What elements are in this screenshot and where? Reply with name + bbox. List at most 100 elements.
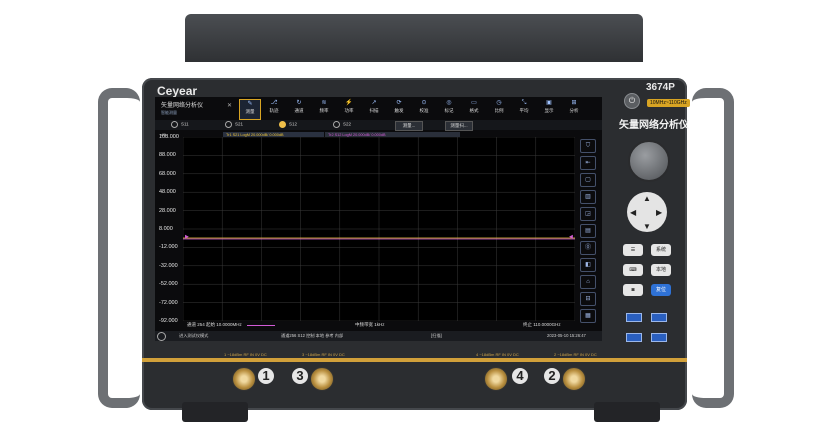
trace-option-3[interactable]: S22	[333, 121, 351, 128]
toolbar-button-8[interactable]: ◎ 标记	[439, 99, 459, 118]
toolbar-icon: ◷	[496, 100, 502, 106]
arrow-left-icon[interactable]: ◀	[630, 208, 636, 217]
radio-icon[interactable]	[279, 121, 286, 128]
port-number-4: 4	[512, 368, 528, 384]
usb-port-2	[651, 313, 667, 322]
toolbar-button-11[interactable]: ⤡ 平均	[514, 99, 534, 118]
brand-logo: Ceyear	[157, 84, 198, 98]
toolbar-label: 频率	[319, 108, 329, 113]
toolbar-label: 平均	[519, 108, 529, 113]
info-icon[interactable]	[157, 332, 166, 341]
menu-button[interactable]: ☰	[623, 244, 643, 256]
side-tool-icon-0[interactable]: ⛉	[580, 139, 596, 153]
y-tick-label: 48.000	[159, 189, 176, 196]
measure-button[interactable]: 测量...	[395, 121, 423, 131]
toolbar-button-3[interactable]: ≋ 频率	[314, 99, 334, 118]
radio-icon[interactable]	[171, 121, 178, 128]
toolbar-icon: ✎	[247, 101, 253, 107]
keyboard-button[interactable]: ⌨	[623, 264, 643, 276]
trace-option-label: S11	[181, 121, 189, 127]
port-connector-1[interactable]	[232, 367, 256, 391]
side-tool-icon-4[interactable]: ◲	[580, 207, 596, 221]
channel-info: 通道256 S12 控制 本地 参考 内部	[281, 333, 344, 338]
model-label: 3674P	[646, 82, 675, 93]
usb-port-4	[651, 333, 667, 342]
y-tick-label: 88.000	[159, 152, 176, 159]
foot-left	[182, 402, 248, 422]
side-tool-icon-10[interactable]: ▦	[580, 309, 596, 323]
toolbar-icon: ≋	[321, 100, 327, 106]
y-tick-label: 8.000	[159, 226, 173, 232]
toolbar-icon: ▭	[471, 100, 477, 106]
y-tick-label: -32.000	[159, 262, 178, 269]
y-tick-label: 108.000	[159, 134, 179, 140]
toolbar-icon: ⤡	[521, 100, 527, 106]
toolbar-icon: ↗	[371, 100, 377, 106]
toolbar-label: 标记	[444, 108, 454, 113]
toolbar-label: 分析	[569, 108, 579, 113]
trace-option-label: S22	[343, 121, 352, 127]
side-tool-icon-7[interactable]: ◧	[580, 258, 596, 272]
toolbar-button-7[interactable]: ⊙ 校准	[414, 99, 434, 118]
trace-option-1[interactable]: S21	[225, 121, 243, 128]
toolbar-icon: ↻	[296, 100, 302, 106]
radio-icon[interactable]	[333, 121, 340, 128]
system-button[interactable]: 系统	[651, 244, 671, 256]
toolbar-button-12[interactable]: ▣ 显示	[539, 99, 559, 118]
toolbar-button-4[interactable]: ⚡ 功率	[339, 99, 359, 118]
side-tool-icon-9[interactable]: ⊟	[580, 292, 596, 306]
toolbar-label: 通道	[294, 108, 304, 113]
toolbar-button-6[interactable]: ⟳ 触发	[389, 99, 409, 118]
toolbar-button-10[interactable]: ◷ 比例	[489, 99, 509, 118]
toolbar-icon: ⚡	[345, 100, 353, 106]
if-bandwidth: 中频带宽 1kHz	[355, 322, 385, 327]
toolbar-label: 功率	[344, 108, 354, 113]
arrow-up-icon[interactable]: ▲	[643, 194, 651, 203]
rotary-knob[interactable]	[628, 140, 670, 182]
close-icon[interactable]: ✕	[227, 102, 232, 109]
toolbar-button-5[interactable]: ↗ 扫描	[364, 99, 384, 118]
toolbar-label: 显示	[544, 108, 554, 113]
toolbar-button-0[interactable]: ✎ 测量	[239, 99, 261, 120]
port-connector-4[interactable]	[484, 367, 508, 391]
local-button[interactable]: 本地	[651, 264, 671, 276]
port-connector-3[interactable]	[310, 367, 334, 391]
y-tick-label: -12.000	[159, 244, 178, 251]
toolbar-button-9[interactable]: ▭ 格式	[464, 99, 484, 118]
toolbar-button-13[interactable]: ⊞ 分析	[564, 99, 584, 118]
save-button[interactable]: ◙	[623, 284, 643, 296]
arrow-down-icon[interactable]: ▼	[643, 222, 651, 231]
side-tool-icon-6[interactable]: ⓪	[580, 241, 596, 255]
clock: 2023-05-10 15:26:47	[547, 333, 586, 338]
foot-right	[594, 402, 660, 422]
port-label-4: 4 ~18dBm RF IN 0V DC	[476, 352, 519, 357]
y-tick-label: -72.000	[159, 299, 178, 306]
port-number-2: 2	[544, 368, 560, 384]
side-tool-icon-3[interactable]: ▥	[580, 190, 596, 204]
reference-marker-left: ▶	[185, 234, 189, 240]
side-tool-icon-1[interactable]: ⇤	[580, 156, 596, 170]
toolbar-icon: ⊞	[571, 100, 577, 106]
arrow-right-icon[interactable]: ▶	[656, 208, 662, 217]
side-tool-icon-5[interactable]: ▤	[580, 224, 596, 238]
toolbar-label: 轨迹	[269, 108, 279, 113]
device-title: 矢量网络分析仪	[619, 120, 689, 131]
side-tool-icon-2[interactable]: ▢	[580, 173, 596, 187]
power-button[interactable]: ⏻	[624, 93, 640, 109]
top-cover	[185, 14, 643, 62]
port-connector-2[interactable]	[562, 367, 586, 391]
left-handle	[98, 88, 140, 408]
radio-icon[interactable]	[225, 121, 232, 128]
trace-option-0[interactable]: S11	[171, 121, 189, 128]
toolbar-button-2[interactable]: ↻ 通道	[289, 99, 309, 118]
plot-area[interactable]	[183, 137, 575, 321]
toolbar-label: 测量	[245, 109, 255, 114]
measure-sweep-button[interactable]: 测量扫...	[445, 121, 473, 131]
navigation-pad[interactable]: ▲ ▼ ◀ ▶	[627, 192, 667, 232]
toolbar-label: 扫描	[369, 108, 379, 113]
trace-selector-row	[155, 120, 602, 130]
trace-option-2[interactable]: S12	[279, 121, 297, 128]
side-tool-icon-8[interactable]: ⌂	[580, 275, 596, 289]
preset-button[interactable]: 复位	[651, 284, 671, 296]
toolbar-button-1[interactable]: ⎇ 轨迹	[264, 99, 284, 118]
